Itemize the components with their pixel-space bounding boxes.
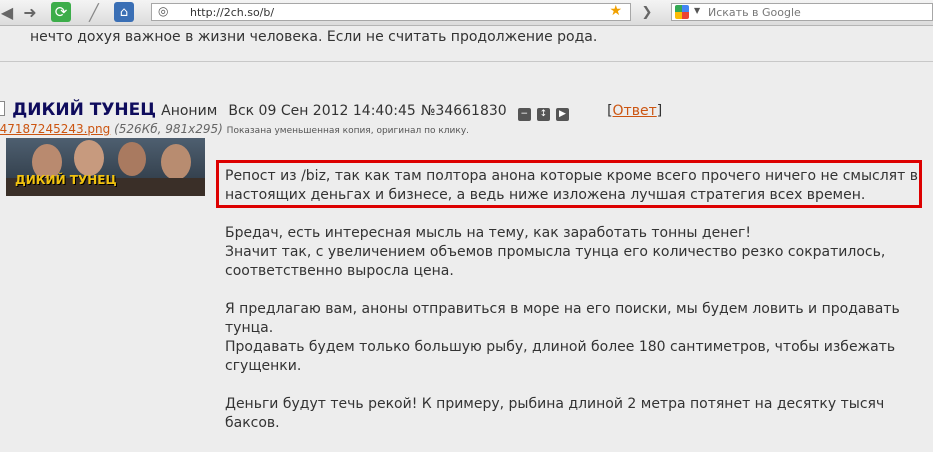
- url-bar[interactable]: ◎ http://2ch.so/b/ ★: [151, 3, 631, 21]
- back-icon[interactable]: ◀: [0, 2, 17, 22]
- person-silhouette: [161, 144, 191, 180]
- bookmark-star-icon[interactable]: ★: [609, 3, 622, 19]
- browser-toolbar: ◀ ➜ ⟳ ╱ ⌂ ◎ http://2ch.so/b/ ★ ❯ ▼ Искат…: [0, 0, 933, 26]
- post-date: Вск 09 Сен 2012 14:40:45: [228, 103, 416, 119]
- reply-bracket: [Ответ]: [607, 103, 663, 119]
- post-body: Репост из /biz, так как там полтора анон…: [225, 167, 931, 452]
- refresh-icon[interactable]: ⟳: [51, 2, 71, 22]
- google-icon[interactable]: [675, 5, 689, 19]
- hide-post-icon[interactable]: −: [517, 108, 531, 121]
- thumbnail-caption: ДИКИЙ ТУНЕЦ: [15, 173, 117, 187]
- file-meta: (526Кб, 981x295): [114, 122, 223, 136]
- play-icon[interactable]: ▶: [555, 108, 569, 121]
- post-divider: [0, 61, 933, 62]
- paragraph: Бредач, есть интересная мысль на тему, к…: [225, 224, 931, 281]
- previous-post-text: нечто дохуя важное в жизни человека. Есл…: [30, 29, 598, 45]
- paragraph-line: Я предлагаю вам, аноны отправиться в мор…: [225, 301, 900, 336]
- post-checkbox-edge[interactable]: [0, 101, 5, 116]
- person-silhouette: [74, 140, 104, 176]
- highlighted-paragraph: Репост из /biz, так как там полтора анон…: [225, 168, 918, 203]
- paragraph-line: Бредач, есть интересная мысль на тему, к…: [225, 225, 751, 241]
- search-bar[interactable]: ▼ Искать в Google: [671, 3, 933, 21]
- file-info: 347187245243.png (526Кб, 981x295) Показа…: [0, 122, 469, 136]
- paragraph: Деньги будут течь рекой! К примеру, рыби…: [225, 395, 931, 433]
- file-link[interactable]: 347187245243.png: [0, 122, 110, 136]
- paragraph-line: Значит так, с увеличением объемов промыс…: [225, 244, 886, 279]
- person-silhouette: [118, 142, 146, 176]
- forward-icon[interactable]: ➜: [20, 2, 40, 22]
- post-thumbnail[interactable]: ДИКИЙ ТУНЕЦ: [6, 138, 205, 196]
- url-text: http://2ch.so/b/: [190, 6, 275, 19]
- expand-icon[interactable]: ↕: [536, 108, 550, 121]
- home-icon[interactable]: ⌂: [114, 2, 134, 22]
- post-author: Аноним: [161, 103, 218, 119]
- paragraph-line: Продавать будем только большую рыбу, дли…: [225, 339, 896, 374]
- post-number[interactable]: №34661830: [421, 103, 507, 119]
- globe-icon: ◎: [158, 4, 169, 18]
- post-subject: ДИКИЙ ТУНЕЦ: [12, 100, 157, 120]
- reply-link[interactable]: Ответ: [613, 103, 657, 119]
- post-header: ДИКИЙ ТУНЕЦ Аноним Вск 09 Сен 2012 14:40…: [0, 100, 662, 121]
- file-hint: Показана уменьшенная копия, оригинал по …: [226, 126, 470, 136]
- stop-icon[interactable]: ╱: [84, 2, 104, 22]
- paragraph: Я предлагаю вам, аноны отправиться в мор…: [225, 300, 931, 376]
- go-arrow-icon[interactable]: ❯: [637, 2, 657, 22]
- search-placeholder: Искать в Google: [708, 6, 801, 19]
- dropdown-icon[interactable]: ▼: [694, 6, 700, 15]
